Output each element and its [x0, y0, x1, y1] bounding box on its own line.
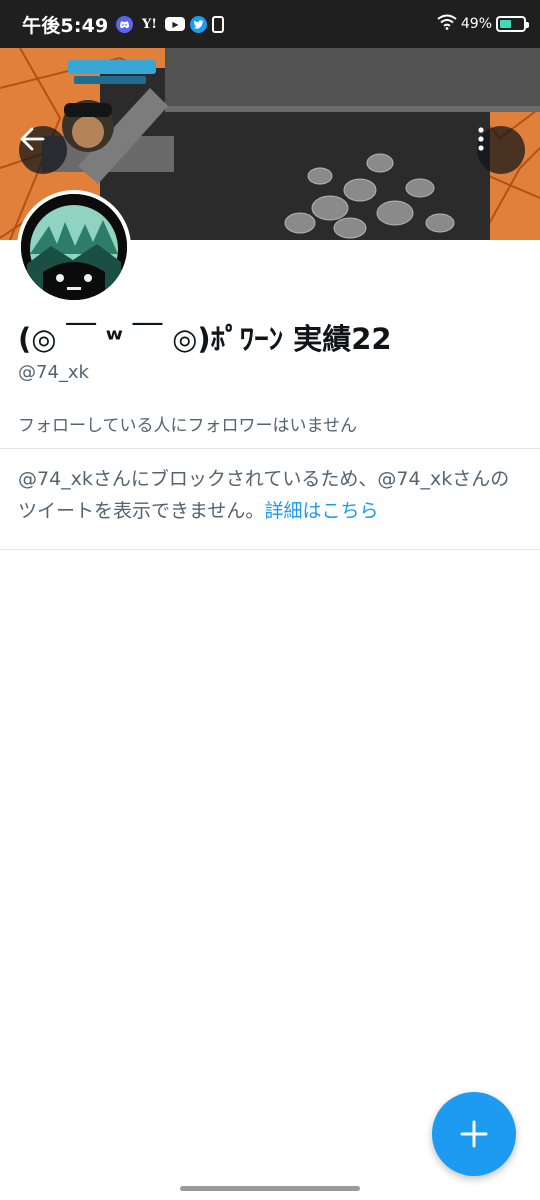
arrow-left-icon [20, 127, 45, 151]
notification-icons: Y! ▶ [116, 15, 225, 33]
avatar[interactable] [17, 190, 131, 304]
battery-icon [496, 16, 529, 32]
notification-icon [212, 15, 225, 33]
user-handle: @74_xk [18, 362, 89, 383]
yahoo-icon: Y! [141, 16, 157, 32]
divider [0, 448, 540, 449]
battery-fill [500, 20, 511, 28]
discord-icon [116, 15, 134, 33]
followed-by-note: フォローしている人にフォロワーはいません [18, 416, 357, 436]
compose-tweet-button[interactable] [432, 1092, 516, 1176]
status-right: 49% [437, 14, 529, 34]
more-options-button[interactable] [477, 126, 525, 174]
learn-more-link[interactable]: 詳細はこちら [264, 500, 378, 522]
youtube-icon: ▶ [165, 17, 186, 31]
blocked-message: @74_xkさんにブロックされているため、@74_xkさんのツイートを表示できま… [18, 463, 528, 527]
plus-icon [460, 1120, 488, 1148]
avatar-image [21, 194, 127, 300]
status-time: 午後5:49 [22, 14, 109, 37]
display-name: (◎ ￣ ʷ ￣ ◎)ﾎﾟﾜｰﾝ 実績22 [18, 322, 392, 356]
home-indicator[interactable] [180, 1186, 360, 1191]
wifi-icon [437, 14, 457, 34]
status-bar: 午後5:49 Y! ▶ 49% [0, 0, 540, 48]
back-button[interactable] [19, 126, 67, 174]
twitter-icon [190, 15, 208, 33]
divider [0, 549, 540, 550]
more-vertical-icon [478, 127, 484, 151]
battery-percent: 49% [460, 16, 492, 32]
